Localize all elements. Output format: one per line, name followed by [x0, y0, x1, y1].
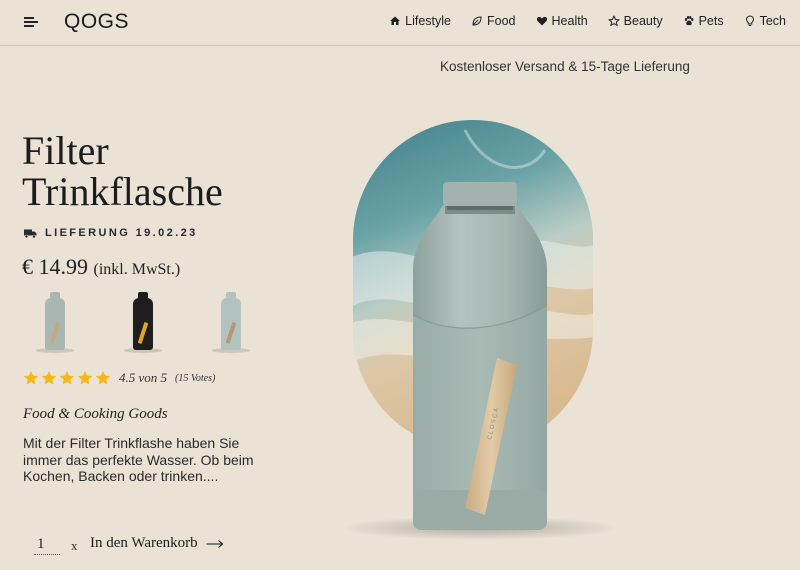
product-category[interactable]: Food & Cooking Goods — [23, 406, 168, 423]
paw-icon — [684, 16, 693, 26]
nav-label: Food — [487, 14, 516, 28]
nav-item-food[interactable]: Food — [471, 14, 516, 28]
nav-label: Pets — [698, 14, 724, 28]
variant-selector — [26, 290, 260, 354]
variant-thumbnail-black[interactable] — [114, 290, 172, 354]
shipping-note: Kostenloser Versand & 15-Tage Lieferung — [440, 59, 690, 74]
leaf-icon — [472, 16, 482, 26]
variant-thumbnail-sage[interactable] — [26, 290, 84, 354]
rating-score: 4.5 von 5 — [119, 370, 168, 385]
variant-thumbnail-mint[interactable] — [202, 290, 260, 354]
arrow-right-icon — [206, 539, 223, 548]
price-tax-note: (inkl. MwSt.) — [93, 261, 181, 278]
quantity-input[interactable] — [34, 535, 60, 555]
product-description: Mit der Filter Trinkflashe haben Sie imm… — [23, 435, 254, 484]
main-nav: Lifestyle Food Health Beauty Pets Tech — [389, 14, 786, 28]
rating-votes: (15 Votes) — [175, 372, 216, 384]
product-title: Filter Trinkflasche — [22, 130, 223, 212]
delivery-date: LIEFERUNG 19.02.23 — [45, 227, 198, 239]
product-hero-image: CLOSCA — [340, 120, 620, 540]
nav-item-tech[interactable]: Tech — [744, 14, 786, 28]
star-icon — [23, 371, 39, 385]
header: QOGS Lifestyle Food Health Beauty Pets T… — [0, 0, 800, 46]
nav-label: Tech — [759, 14, 786, 28]
delivery-info: LIEFERUNG 19.02.23 — [24, 227, 198, 239]
nav-item-beauty[interactable]: Beauty — [608, 14, 663, 28]
price: € 14.99 (inkl. MwSt.) — [22, 254, 180, 280]
logo[interactable]: QOGS — [64, 10, 129, 34]
rating-stars[interactable] — [23, 370, 111, 386]
add-to-cart-button[interactable]: In den Warenkorb — [90, 535, 224, 552]
nav-label: Beauty — [623, 14, 663, 28]
rating: 4.5 von 5 (15 Votes) — [23, 370, 215, 386]
star-icon — [41, 371, 57, 385]
product-title-line2: Trinkflasche — [22, 169, 223, 214]
star-icon — [59, 371, 75, 385]
lightbulb-icon — [745, 15, 754, 26]
product-title-line1: Filter — [22, 128, 109, 173]
star-outline-icon — [608, 15, 620, 26]
heart-icon — [536, 16, 547, 26]
nav-label: Health — [551, 14, 588, 28]
nav-item-pets[interactable]: Pets — [683, 14, 724, 28]
nav-label: Lifestyle — [405, 14, 452, 28]
price-value: € 14.99 — [22, 254, 88, 279]
home-icon — [390, 16, 401, 25]
hamburger-menu-icon[interactable] — [24, 16, 38, 28]
truck-icon — [24, 229, 37, 238]
nav-item-lifestyle[interactable]: Lifestyle — [389, 14, 451, 28]
quantity-times-label: x — [71, 538, 78, 553]
star-icon — [95, 371, 111, 385]
nav-item-health[interactable]: Health — [536, 14, 588, 28]
star-icon — [77, 371, 93, 385]
add-to-cart-label: In den Warenkorb — [90, 535, 198, 551]
